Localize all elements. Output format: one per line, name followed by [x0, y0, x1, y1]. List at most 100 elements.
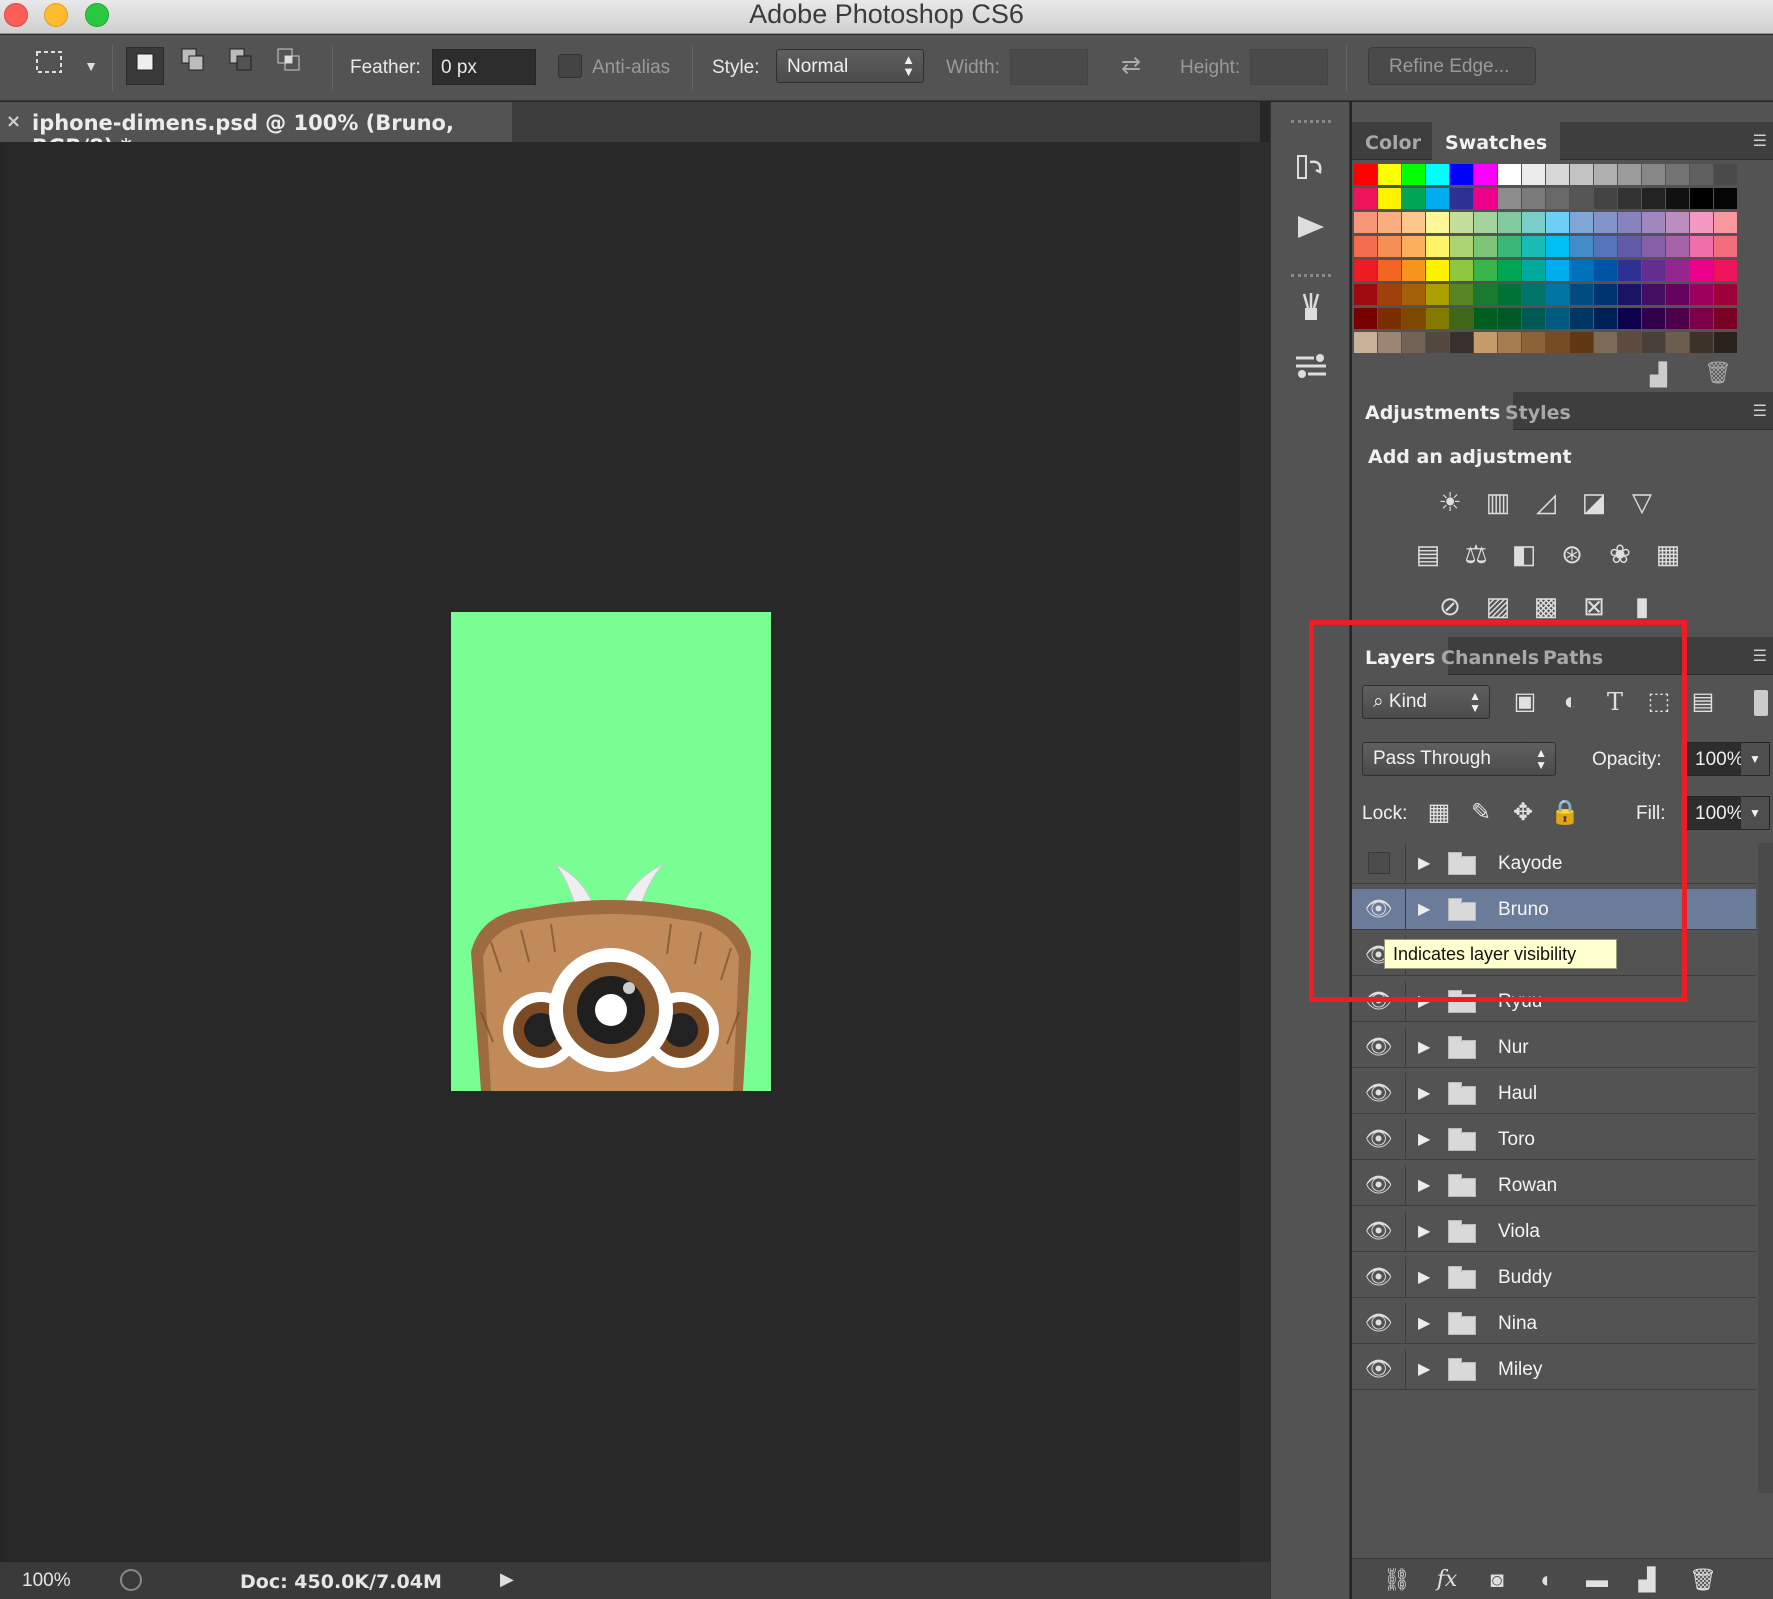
- swatch[interactable]: [1474, 308, 1497, 329]
- new-swatch-icon[interactable]: ▟: [1650, 362, 1667, 388]
- swatch[interactable]: [1714, 332, 1737, 353]
- swatch[interactable]: [1498, 332, 1521, 353]
- swatch[interactable]: [1714, 236, 1737, 257]
- swatch[interactable]: [1594, 260, 1617, 281]
- panel-menu-icon[interactable]: ☰: [1753, 646, 1767, 666]
- actions-play-icon[interactable]: [1291, 210, 1331, 250]
- swatch[interactable]: [1378, 284, 1401, 305]
- fx-layer-style-icon[interactable]: fx: [1430, 1565, 1464, 1595]
- swatch[interactable]: [1570, 308, 1593, 329]
- eye-icon[interactable]: 👁: [1352, 1119, 1406, 1159]
- height-input[interactable]: [1250, 49, 1328, 85]
- swatch[interactable]: [1666, 260, 1689, 281]
- swatch[interactable]: [1714, 164, 1737, 185]
- swatch[interactable]: [1666, 236, 1689, 257]
- delete-layer-icon[interactable]: 🗑: [1686, 1565, 1720, 1595]
- brightness-contrast-icon[interactable]: ☀: [1432, 484, 1468, 520]
- swatch[interactable]: [1402, 308, 1425, 329]
- swatch[interactable]: [1450, 260, 1473, 281]
- exposure-icon[interactable]: ◪: [1576, 484, 1612, 520]
- disclosure-triangle-icon[interactable]: ▶: [1418, 1359, 1430, 1379]
- color-balance-icon[interactable]: ⚖: [1458, 536, 1494, 572]
- swatch[interactable]: [1474, 332, 1497, 353]
- swatch[interactable]: [1594, 308, 1617, 329]
- document-tab[interactable]: × iphone-dimens.psd @ 100% (Bruno, RGB/8…: [0, 102, 512, 159]
- swatch[interactable]: [1546, 308, 1569, 329]
- swatch[interactable]: [1618, 284, 1641, 305]
- swatch[interactable]: [1522, 332, 1545, 353]
- swatch[interactable]: [1450, 188, 1473, 209]
- swatch[interactable]: [1546, 212, 1569, 233]
- swatch[interactable]: [1522, 260, 1545, 281]
- vibrance-icon[interactable]: ▽: [1624, 484, 1660, 520]
- swap-dimensions-icon[interactable]: ⇄: [1112, 47, 1150, 85]
- eye-icon[interactable]: 👁: [1352, 1073, 1406, 1113]
- swatch[interactable]: [1426, 308, 1449, 329]
- swatch[interactable]: [1690, 188, 1713, 209]
- levels-icon[interactable]: ▥: [1480, 484, 1516, 520]
- swatch[interactable]: [1450, 212, 1473, 233]
- swatch[interactable]: [1474, 212, 1497, 233]
- swatch[interactable]: [1450, 236, 1473, 257]
- swatch[interactable]: [1618, 236, 1641, 257]
- posterize-icon[interactable]: ▨: [1480, 588, 1516, 624]
- eye-icon[interactable]: 👁: [1352, 1165, 1406, 1205]
- swatch[interactable]: [1498, 284, 1521, 305]
- swatch[interactable]: [1354, 332, 1377, 353]
- swatch[interactable]: [1714, 188, 1737, 209]
- swatch[interactable]: [1570, 188, 1593, 209]
- swatch[interactable]: [1378, 164, 1401, 185]
- swatch[interactable]: [1522, 164, 1545, 185]
- artboard[interactable]: [451, 612, 771, 1091]
- photo-filter-icon[interactable]: ⊛: [1554, 536, 1590, 572]
- hue-saturation-icon[interactable]: ▤: [1410, 536, 1446, 572]
- style-select[interactable]: Normal ▲ ▼: [776, 49, 924, 83]
- panel-menu-icon[interactable]: ☰: [1753, 401, 1767, 421]
- swatch[interactable]: [1354, 284, 1377, 305]
- curves-icon[interactable]: ◿: [1528, 484, 1564, 520]
- swatch[interactable]: [1618, 332, 1641, 353]
- new-selection-icon[interactable]: [126, 47, 164, 85]
- panel-menu-icon[interactable]: ☰: [1753, 131, 1767, 151]
- swatch[interactable]: [1570, 332, 1593, 353]
- intersect-selection-icon[interactable]: [270, 47, 308, 85]
- swatch[interactable]: [1426, 164, 1449, 185]
- layer-row[interactable]: 👁 ▶ Viola: [1352, 1211, 1756, 1252]
- swatch[interactable]: [1402, 212, 1425, 233]
- tab-color[interactable]: Color: [1352, 122, 1434, 160]
- chevron-down-icon[interactable]: ▼: [1741, 743, 1769, 775]
- disclosure-triangle-icon[interactable]: ▶: [1418, 1083, 1430, 1103]
- swatch[interactable]: [1498, 164, 1521, 185]
- gradient-map-icon[interactable]: ▮: [1624, 588, 1660, 624]
- swatch[interactable]: [1354, 236, 1377, 257]
- status-menu-arrow-icon[interactable]: ▶: [500, 1569, 514, 1590]
- disclosure-triangle-icon[interactable]: ▶: [1418, 1221, 1430, 1241]
- swatch[interactable]: [1666, 164, 1689, 185]
- delete-swatch-icon[interactable]: 🗑: [1704, 360, 1732, 386]
- marquee-tool-icon[interactable]: [30, 47, 68, 85]
- disclosure-triangle-icon[interactable]: ▶: [1418, 1037, 1430, 1057]
- swatch[interactable]: [1498, 236, 1521, 257]
- selective-color-icon[interactable]: ⊠: [1576, 588, 1612, 624]
- swatch[interactable]: [1402, 236, 1425, 257]
- disclosure-triangle-icon[interactable]: ▶: [1418, 1313, 1430, 1333]
- filter-toggle-switch[interactable]: [1754, 690, 1768, 716]
- layer-row[interactable]: 👁 ▶ Haul: [1352, 1073, 1756, 1114]
- swatch[interactable]: [1426, 212, 1449, 233]
- swatch[interactable]: [1714, 308, 1737, 329]
- refine-edge-button[interactable]: Refine Edge...: [1368, 47, 1536, 85]
- swatch[interactable]: [1642, 236, 1665, 257]
- swatch[interactable]: [1546, 164, 1569, 185]
- swatch[interactable]: [1714, 260, 1737, 281]
- status-info-icon[interactable]: [120, 1569, 142, 1591]
- swatch[interactable]: [1594, 212, 1617, 233]
- swatch[interactable]: [1402, 164, 1425, 185]
- tool-preset-dropdown-icon[interactable]: ▼: [72, 47, 110, 85]
- swatch[interactable]: [1522, 236, 1545, 257]
- swatch[interactable]: [1642, 332, 1665, 353]
- swatch[interactable]: [1594, 284, 1617, 305]
- swatch[interactable]: [1666, 188, 1689, 209]
- swatch[interactable]: [1570, 236, 1593, 257]
- disclosure-triangle-icon[interactable]: ▶: [1418, 1267, 1430, 1287]
- swatch[interactable]: [1522, 188, 1545, 209]
